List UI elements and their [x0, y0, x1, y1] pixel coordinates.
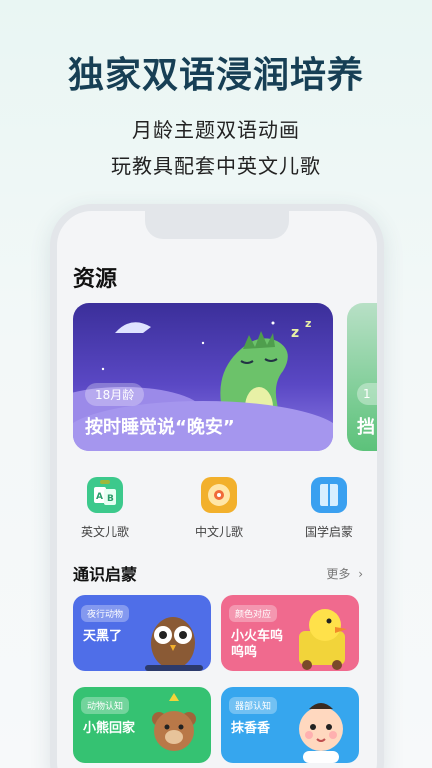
duck-icon	[299, 609, 347, 670]
svg-text:z: z	[305, 317, 311, 330]
more-link[interactable]: 更多 ›	[326, 565, 363, 582]
svg-text:B: B	[107, 494, 114, 504]
content-card[interactable]: 器部认知 抹香香	[221, 687, 359, 763]
card-tag: 器部认知	[229, 697, 278, 714]
section-title: 资源	[73, 267, 118, 292]
category-label: 中文儿歌	[194, 525, 243, 539]
banner-card[interactable]: z z 18月龄 按时睡觉说“晚安”	[73, 303, 333, 451]
baby-icon	[299, 703, 343, 763]
abc-cards-icon: A B	[87, 477, 123, 513]
phone-frame: 资源 z z 18月龄 按时睡觉说“晚安” 1 挡 A B 英文儿歌 中文儿歌 …	[50, 204, 384, 768]
promo-title: 独家双语浸润培养	[67, 55, 364, 96]
more-label: 更多	[326, 567, 351, 581]
next-banner-card[interactable]: 1 挡	[347, 303, 377, 451]
age-badge: 18月龄	[85, 383, 145, 406]
card-tag: 夜行动物	[81, 605, 130, 622]
next-age-badge: 1	[357, 383, 377, 405]
moon-icon	[111, 333, 153, 372]
svg-text:A: A	[96, 492, 103, 502]
content-card[interactable]: 动物认知 小熊回家	[73, 687, 211, 763]
promo-subtitle-2: 玩教具配套中英文儿歌	[111, 154, 321, 178]
content-card[interactable]: 颜色对应 小火车呜呜呜	[221, 595, 359, 671]
general-enlightenment-title: 通识启蒙	[73, 565, 138, 584]
category-label: 英文儿歌	[80, 525, 129, 539]
promo-subtitle-1: 月龄主题双语动画	[132, 118, 300, 142]
bear-icon	[152, 693, 196, 751]
category-label: 国学启蒙	[304, 525, 353, 539]
music-disc-icon	[201, 477, 237, 513]
banner-title: 按时睡觉说“晚安”	[85, 417, 235, 438]
next-banner-title: 挡	[357, 417, 375, 438]
chevron-right-icon: ›	[358, 567, 363, 581]
category-chinese-songs[interactable]: 中文儿歌	[179, 477, 259, 540]
card-tag: 动物认知	[81, 697, 130, 714]
category-english-songs[interactable]: A B 英文儿歌	[65, 477, 145, 540]
card-title: 抹香香	[231, 721, 271, 736]
owl-icon	[145, 617, 203, 671]
card-title: 天黑了	[83, 629, 123, 644]
card-title: 小熊回家	[83, 721, 136, 736]
content-card[interactable]: 夜行动物 天黑了	[73, 595, 211, 671]
card-title: 小火车呜呜呜	[231, 629, 284, 660]
card-tag: 颜色对应	[229, 605, 278, 622]
category-classics[interactable]: 国学启蒙	[289, 477, 369, 540]
book-icon	[311, 477, 347, 513]
phone-notch	[145, 211, 289, 239]
svg-text:z: z	[291, 325, 299, 341]
